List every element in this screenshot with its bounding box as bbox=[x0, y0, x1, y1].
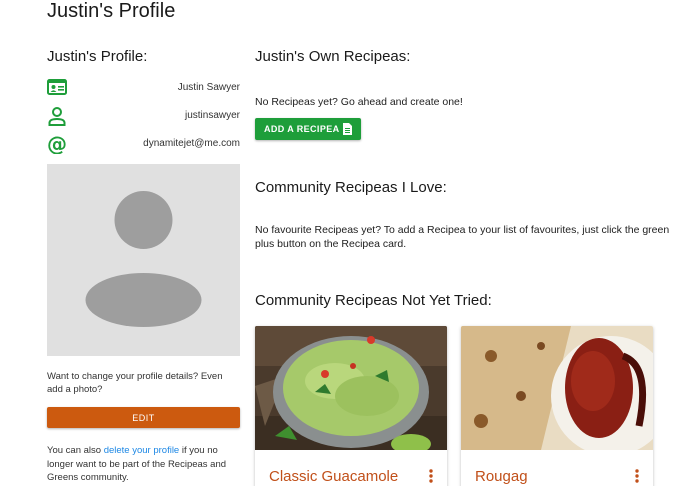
more-vert-icon[interactable] bbox=[635, 469, 639, 483]
profile-email: dynamitejet@me.com bbox=[143, 138, 240, 149]
edit-button[interactable]: EDIT bbox=[47, 407, 240, 428]
page-title: Justin's Profile bbox=[47, 0, 176, 22]
profile-heading: Justin's Profile: bbox=[47, 48, 148, 65]
recipea-title[interactable]: Rougag bbox=[475, 468, 528, 485]
change-profile-text: Want to change your profile details? Eve… bbox=[47, 371, 223, 395]
recipea-title[interactable]: Classic Guacamole bbox=[269, 468, 398, 485]
delete-profile-text: You can also delete your profile if you … bbox=[47, 444, 240, 485]
profile-name: Justin Sawyer bbox=[177, 82, 240, 93]
svg-text:@: @ bbox=[47, 134, 67, 154]
delete-prefix: You can also bbox=[47, 445, 104, 456]
loved-recipeas-empty-text: No favourite Recipeas yet? To add a Reci… bbox=[255, 224, 670, 250]
not-tried-heading: Community Recipeas Not Yet Tried: bbox=[255, 292, 492, 309]
recipea-card[interactable]: Rougag bbox=[461, 326, 653, 486]
email-row: @ dynamitejet@me.com bbox=[47, 132, 240, 160]
recipea-image bbox=[255, 326, 447, 450]
delete-profile-link[interactable]: delete your profile bbox=[104, 445, 180, 456]
profile-column: Justin's Profile: Justin Sawyer justinsa… bbox=[47, 48, 240, 483]
more-vert-icon[interactable] bbox=[429, 469, 433, 483]
at-icon: @ bbox=[47, 132, 67, 156]
add-recipea-label: ADD A RECIPEA bbox=[264, 124, 340, 134]
username-row: justinsawyer bbox=[47, 106, 240, 132]
name-row: Justin Sawyer bbox=[47, 78, 240, 104]
own-recipeas-empty-text: No Recipeas yet? Go ahead and create one… bbox=[255, 96, 463, 108]
person-icon bbox=[47, 106, 67, 126]
loved-recipeas-heading: Community Recipeas I Love: bbox=[255, 179, 447, 196]
avatar bbox=[47, 164, 240, 356]
add-recipea-button[interactable]: ADD A RECIPEA bbox=[255, 118, 361, 140]
id-card-icon bbox=[47, 78, 67, 98]
recipea-card[interactable]: Classic Guacamole bbox=[255, 326, 447, 486]
profile-username: justinsawyer bbox=[184, 110, 240, 121]
doc-icon bbox=[343, 123, 352, 135]
recipea-image bbox=[461, 326, 653, 450]
own-recipeas-heading: Justin's Own Recipeas: bbox=[255, 48, 411, 65]
